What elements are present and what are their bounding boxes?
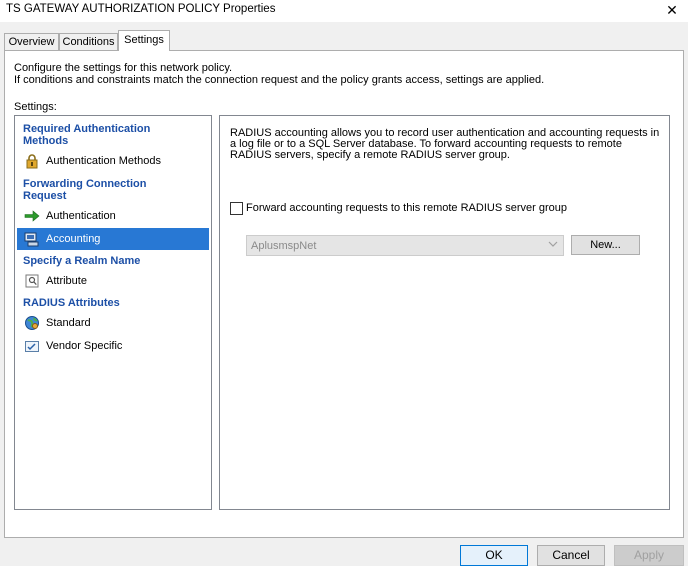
forward-accounting-label[interactable]: Forward accounting requests to this remo…: [246, 202, 567, 214]
green-arrow-icon: [24, 208, 40, 224]
group-radius-attributes: RADIUS Attributes: [23, 297, 120, 309]
group-label-line-2: Request: [23, 190, 67, 202]
close-icon[interactable]: ✕: [656, 0, 688, 22]
sidebar-item-accounting[interactable]: Accounting: [17, 228, 209, 250]
sidebar-item-label: Authentication: [46, 210, 116, 222]
ok-button[interactable]: OK: [460, 545, 528, 566]
group-forwarding-connection-request: Forwarding Connection Request: [23, 178, 146, 202]
group-label-line-2: Methods: [23, 135, 69, 147]
settings-tree: Required Authentication Methods Authenti…: [14, 115, 212, 510]
checklist-icon: [24, 338, 40, 354]
sidebar-item-vendor-specific[interactable]: Vendor Specific: [17, 335, 209, 357]
title-bar: TS GATEWAY AUTHORIZATION POLICY Properti…: [0, 0, 688, 22]
sidebar-item-authentication[interactable]: Authentication: [17, 205, 209, 227]
cancel-button[interactable]: Cancel: [537, 545, 605, 566]
tab-overview[interactable]: Overview: [4, 33, 59, 50]
server-group-dropdown: AplusmspNet: [246, 235, 564, 256]
attribute-icon: [24, 273, 40, 289]
apply-button: Apply: [614, 545, 684, 566]
sidebar-item-label: Accounting: [46, 233, 101, 245]
description-line-1: Configure the settings for this network …: [14, 62, 233, 74]
sidebar-item-authentication-methods[interactable]: Authentication Methods: [17, 150, 209, 172]
lock-icon: [24, 153, 40, 169]
description-line-2: If conditions and constraints match the …: [14, 74, 545, 86]
accounting-panel: RADIUS accounting allows you to record u…: [219, 115, 670, 510]
settings-description: Configure the settings for this network …: [14, 62, 674, 86]
window-title: TS GATEWAY AUTHORIZATION POLICY Properti…: [6, 3, 276, 15]
chevron-down-icon: [548, 239, 558, 252]
sidebar-item-label: Vendor Specific: [46, 340, 123, 352]
forward-accounting-checkbox[interactable]: [230, 202, 243, 215]
sidebar-item-label: Authentication Methods: [46, 155, 161, 167]
sidebar-item-label: Attribute: [46, 275, 87, 287]
tab-conditions[interactable]: Conditions: [59, 33, 118, 50]
sidebar-item-label: Standard: [46, 317, 91, 329]
tab-settings[interactable]: Settings: [118, 30, 170, 51]
group-specify-realm-name: Specify a Realm Name: [23, 255, 141, 267]
sidebar-item-attribute[interactable]: Attribute: [17, 270, 209, 292]
group-required-authentication-methods: Required Authentication Methods: [23, 123, 150, 147]
settings-label: Settings:: [14, 101, 57, 113]
group-label-line-1: Required Authentication: [23, 123, 151, 135]
new-server-group-button[interactable]: New...: [571, 235, 640, 255]
group-label-line-1: Forwarding Connection: [23, 178, 147, 190]
computer-icon: [24, 231, 40, 247]
accounting-info-text: RADIUS accounting allows you to record u…: [230, 127, 660, 161]
tab-strip: Overview Conditions Settings: [4, 30, 684, 51]
sidebar-item-standard[interactable]: Standard: [17, 312, 209, 334]
globe-icon: [24, 315, 40, 331]
server-group-value: AplusmspNet: [251, 240, 317, 252]
